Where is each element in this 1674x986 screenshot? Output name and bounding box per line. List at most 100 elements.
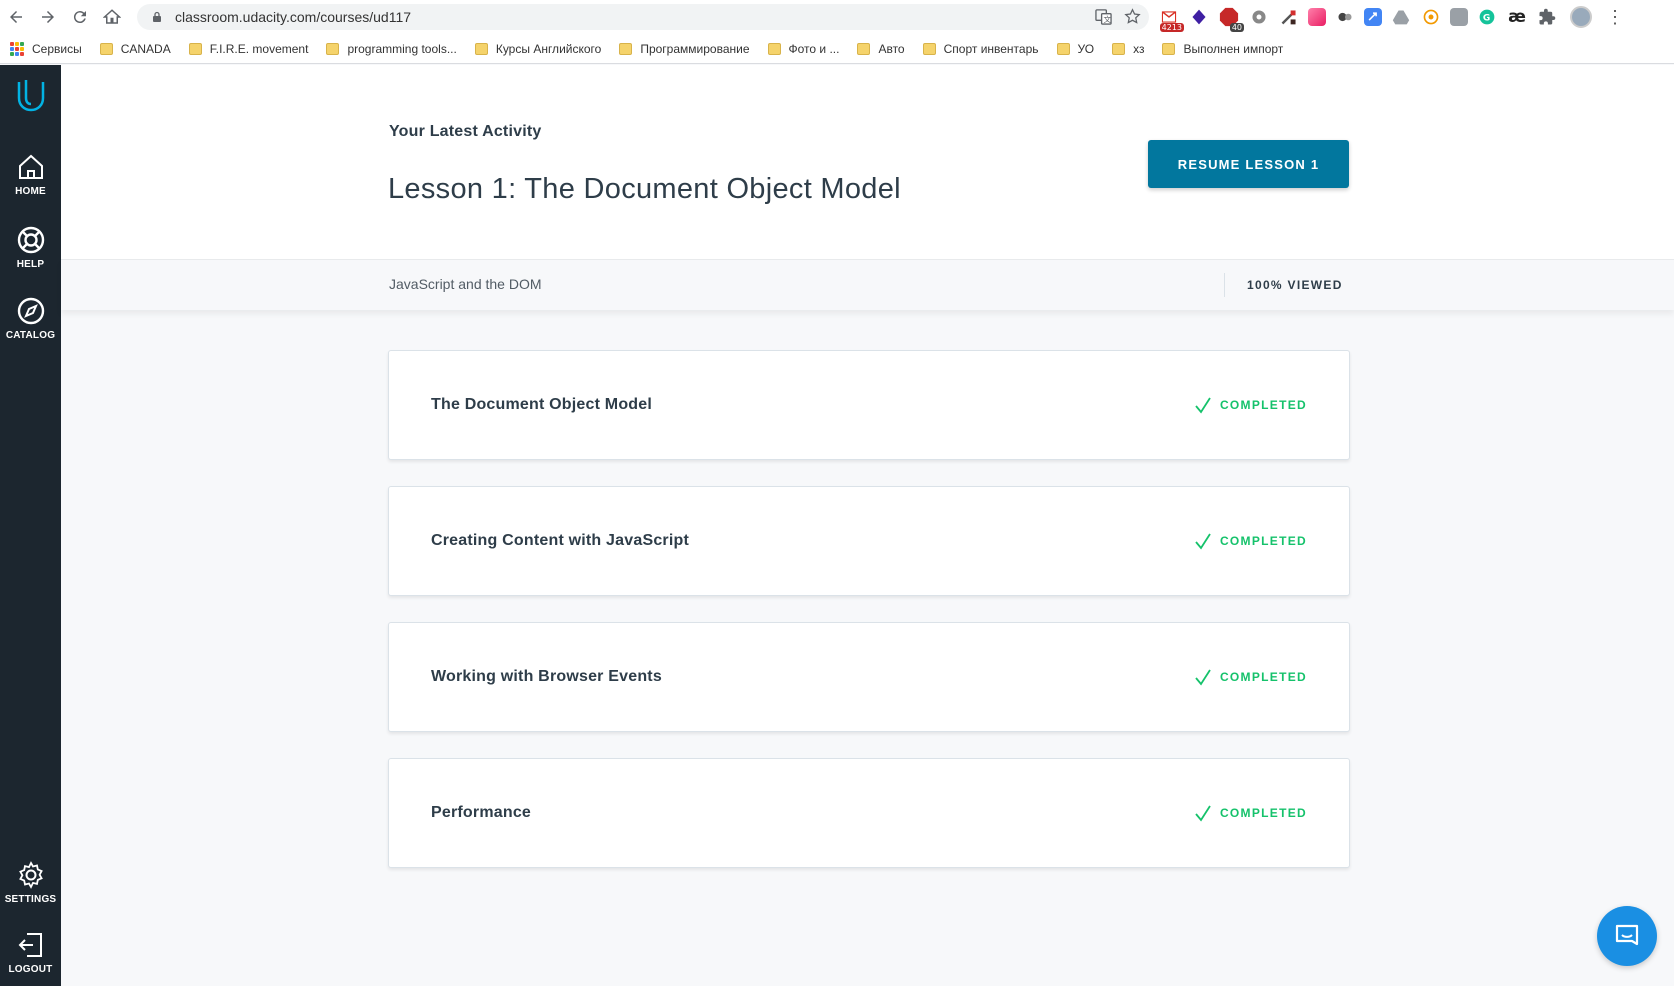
folder-icon [922,42,936,55]
folder-icon [474,42,488,55]
bookmark-label: хз [1133,41,1145,56]
logout-icon [18,933,42,957]
sidebar-item-logout[interactable]: LOGOUT [0,930,61,975]
bookmark-label: Выполнен импорт [1183,41,1284,56]
extension-gradient-icon[interactable] [1308,8,1326,26]
extension-tool-icon[interactable] [1278,6,1300,28]
sidebar-item-help[interactable]: HELP [0,225,61,270]
sidebar: HOME HELP CATALOG SETTINGS LOGOUT [0,65,61,986]
extension-photo-icon[interactable] [1450,8,1468,26]
lesson-card-title: Creating Content with JavaScript [431,532,689,549]
udacity-logo-icon[interactable] [15,78,47,114]
extension-sync-icon[interactable] [1364,8,1382,26]
status-label: COMPLETED [1219,670,1307,684]
completed-status: COMPLETED [1194,396,1307,414]
folder-icon [1162,42,1176,55]
svg-text:G: G [1483,13,1490,23]
sidebar-label-logout: LOGOUT [8,964,53,975]
bookmark-folder[interactable]: F.I.R.E. movement [188,42,308,56]
status-label: COMPLETED [1219,534,1307,548]
profile-avatar[interactable] [1570,6,1592,28]
checkmark-icon [1195,397,1211,414]
gmail-icon[interactable]: 4213 [1158,6,1184,32]
bookmark-folder[interactable]: Курсы Английского [474,41,602,56]
svg-text:文: 文 [1104,14,1112,24]
checkmark-icon [1195,533,1211,550]
resume-lesson-button[interactable]: RESUME LESSON 1 [1148,140,1349,188]
bookmark-label: Курсы Английского [495,41,602,56]
sidebar-item-home[interactable]: HOME [0,152,61,197]
forward-button[interactable] [32,0,64,34]
sidebar-label-home: HOME [15,186,46,197]
chat-icon [1615,924,1639,946]
bookmark-folder[interactable]: Фото и ... [767,41,840,56]
folder-icon [1056,42,1070,55]
completed-status: COMPLETED [1194,668,1307,686]
gmail-badge: 4213 [1159,23,1184,32]
sidebar-label-catalog: CATALOG [5,330,56,341]
folder-icon [767,42,781,55]
bookmark-label: УО [1077,41,1095,56]
ae-icon[interactable]: æ [1506,6,1528,28]
divider [1224,273,1225,297]
reload-button[interactable] [64,0,96,34]
lesson-card[interactable]: Working with Browser Events COMPLETED [388,622,1350,732]
home-browser-button[interactable] [96,0,128,34]
lesson-card-title: Performance [431,804,532,821]
lock-icon [153,11,161,22]
back-button[interactable] [0,0,32,34]
google-drive-icon[interactable] [1390,6,1412,28]
bookmark-folder[interactable]: УО [1056,41,1095,56]
bookmark-label: Спорт инвентарь [943,41,1039,56]
lesson-card-title: The Document Object Model [431,396,653,413]
extension-diamond-icon[interactable] [1188,6,1210,28]
lesson-card[interactable]: Creating Content with JavaScript COMPLET… [388,486,1350,596]
latest-activity-header: Your Latest Activity Lesson 1: The Docum… [61,65,1674,260]
checkmark-icon [1195,805,1211,822]
course-progress-bar: JavaScript and the DOM 100% VIEWED [61,260,1674,310]
bookmarks-bar: Сервисы CANADA F.I.R.E. movement programmin… [0,34,1674,64]
bookmark-folder[interactable]: Авто [857,42,905,56]
browser-menu-icon[interactable]: ⋮ [1606,6,1624,28]
lesson-card[interactable]: Performance COMPLETED [388,758,1350,868]
house-icon [103,9,121,24]
apps-grid-icon [10,41,24,56]
star-bookmark-icon[interactable] [1124,8,1141,25]
catalog-compass-icon [17,297,44,325]
extension-dots-icon[interactable] [1334,6,1356,28]
bookmark-label: programming tools... [347,41,457,56]
sidebar-item-catalog[interactable]: CATALOG [0,296,61,341]
bookmark-label: Сервисы [32,41,82,56]
extension-coin-icon[interactable] [1420,6,1442,28]
sidebar-item-settings[interactable]: SETTINGS [0,860,61,905]
bookmark-folder[interactable]: Спорт инвентарь [922,41,1039,56]
folder-icon [99,42,113,55]
lesson-card[interactable]: The Document Object Model COMPLETED [388,350,1350,460]
gear-icon [18,861,43,889]
grammarly-icon[interactable]: G [1476,6,1498,28]
checkmark-icon [1195,669,1211,686]
completed-status: COMPLETED [1194,532,1307,550]
adblock-icon[interactable]: 40 [1218,6,1244,32]
lesson-title: Lesson 1: The Document Object Model [388,173,901,205]
bookmark-apps[interactable]: Сервисы [10,41,82,56]
bookmark-label: Фото и ... [788,41,840,56]
browser-toolbar: classroom.udacity.com/courses/ud117 文 42… [0,0,1674,34]
address-bar[interactable]: classroom.udacity.com/courses/ud117 文 [137,4,1149,30]
sidebar-label-help: HELP [16,259,45,270]
course-name[interactable]: JavaScript and the DOM [389,276,542,292]
bookmark-folder[interactable]: Выполнен импорт [1162,42,1283,56]
extension-gear-icon[interactable] [1248,6,1270,28]
bookmark-folder[interactable]: programming tools... [326,41,457,56]
bookmark-folder[interactable]: CANADA [99,42,171,56]
chat-launcher-button[interactable] [1597,906,1657,966]
translate-icon[interactable]: 文 [1095,8,1112,25]
bookmark-folder[interactable]: Программирование [619,42,750,56]
sidebar-label-settings: SETTINGS [4,894,57,905]
arrow-left-icon [10,11,22,23]
extensions-puzzle-icon[interactable] [1536,6,1558,28]
status-label: COMPLETED [1219,806,1307,820]
progress-viewed: 100% VIEWED [1247,278,1343,292]
bookmark-folder[interactable]: хз [1112,42,1144,56]
url-text: classroom.udacity.com/courses/ud117 [175,9,412,25]
